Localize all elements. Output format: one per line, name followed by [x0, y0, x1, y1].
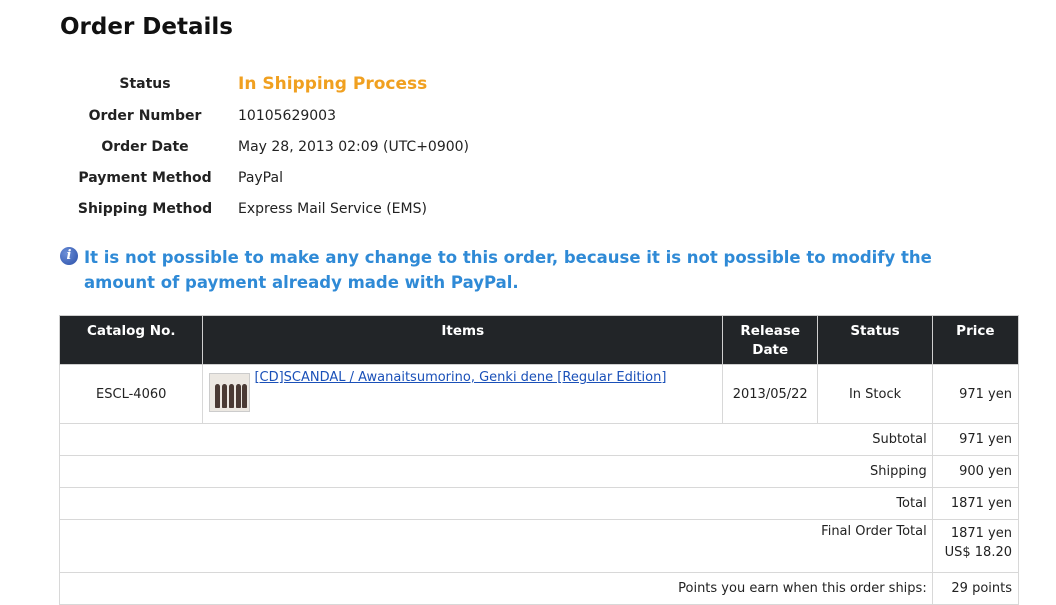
header-catalog-no: Catalog No.	[58, 315, 204, 365]
final-total-label: Final Order Total	[59, 519, 933, 573]
item-price: 971 yen	[931, 364, 1020, 424]
total-label: Total	[59, 487, 933, 520]
header-items: Items	[202, 315, 724, 365]
order-items-table: Catalog No. Items Release Date Status Pri…	[58, 315, 1020, 605]
shipping-value: 900 yen	[931, 455, 1020, 488]
final-total-usd: US$ 18.20	[944, 545, 1012, 560]
final-total-value: 1871 yen US$ 18.20	[931, 519, 1020, 573]
status-value: In Shipping Process	[238, 74, 428, 94]
payment-method-row: Payment Method PayPal	[60, 164, 660, 192]
order-number-row: Order Number 10105629003	[60, 102, 660, 130]
subtotal-row: Subtotal 971 yen	[59, 423, 1020, 456]
page-title: Order Details	[60, 14, 233, 40]
order-date-value: May 28, 2013 02:09 (UTC+0900)	[238, 139, 470, 155]
order-number-label: Order Number	[88, 108, 202, 124]
table-header-row: Catalog No. Items Release Date Status Pri…	[58, 315, 1020, 365]
points-label: Points you earn when this order ships:	[59, 572, 933, 605]
order-number-value: 10105629003	[238, 108, 336, 124]
total-value: 1871 yen	[931, 487, 1020, 520]
info-icon: i	[60, 247, 78, 265]
table-row: ESCL-4060 [CD]SCANDAL / Awanaitsumorino,…	[58, 364, 1020, 424]
header-price: Price	[931, 315, 1020, 365]
payment-method-value: PayPal	[238, 170, 283, 186]
shipping-method-label: Shipping Method	[77, 201, 213, 217]
shipping-row: Shipping 900 yen	[59, 455, 1020, 488]
subtotal-label: Subtotal	[59, 423, 933, 456]
item-cell: [CD]SCANDAL / Awanaitsumorino, Genki den…	[202, 364, 724, 424]
points-value: 29 points	[931, 572, 1020, 605]
header-release-date: Release Date	[722, 315, 819, 365]
item-status: In Stock	[817, 364, 933, 424]
final-total-yen: 1871 yen	[950, 526, 1012, 541]
points-row: Points you earn when this order ships: 2…	[59, 572, 1020, 605]
status-row: Status In Shipping Process	[60, 70, 660, 98]
item-catalog-no: ESCL-4060	[58, 364, 204, 424]
shipping-label: Shipping	[59, 455, 933, 488]
item-title-link[interactable]: [CD]SCANDAL / Awanaitsumorino, Genki den…	[254, 370, 666, 385]
final-total-row: Final Order Total 1871 yen US$ 18.20	[59, 519, 1020, 573]
subtotal-value: 971 yen	[931, 423, 1020, 456]
total-row: Total 1871 yen	[59, 487, 1020, 520]
notice-text: It is not possible to make any change to…	[84, 248, 932, 292]
item-release-date: 2013/05/22	[722, 364, 819, 424]
header-status: Status	[817, 315, 933, 365]
header-release-line2: Date	[752, 342, 789, 358]
shipping-method-row: Shipping Method Express Mail Service (EM…	[60, 195, 660, 223]
order-date-row: Order Date May 28, 2013 02:09 (UTC+0900)	[60, 133, 660, 161]
status-label: Status	[119, 76, 171, 92]
header-release-line1: Release	[740, 323, 801, 339]
order-date-label: Order Date	[101, 139, 189, 155]
item-thumbnail[interactable]	[209, 373, 251, 412]
payment-method-label: Payment Method	[78, 170, 212, 186]
shipping-method-value: Express Mail Service (EMS)	[238, 201, 427, 217]
